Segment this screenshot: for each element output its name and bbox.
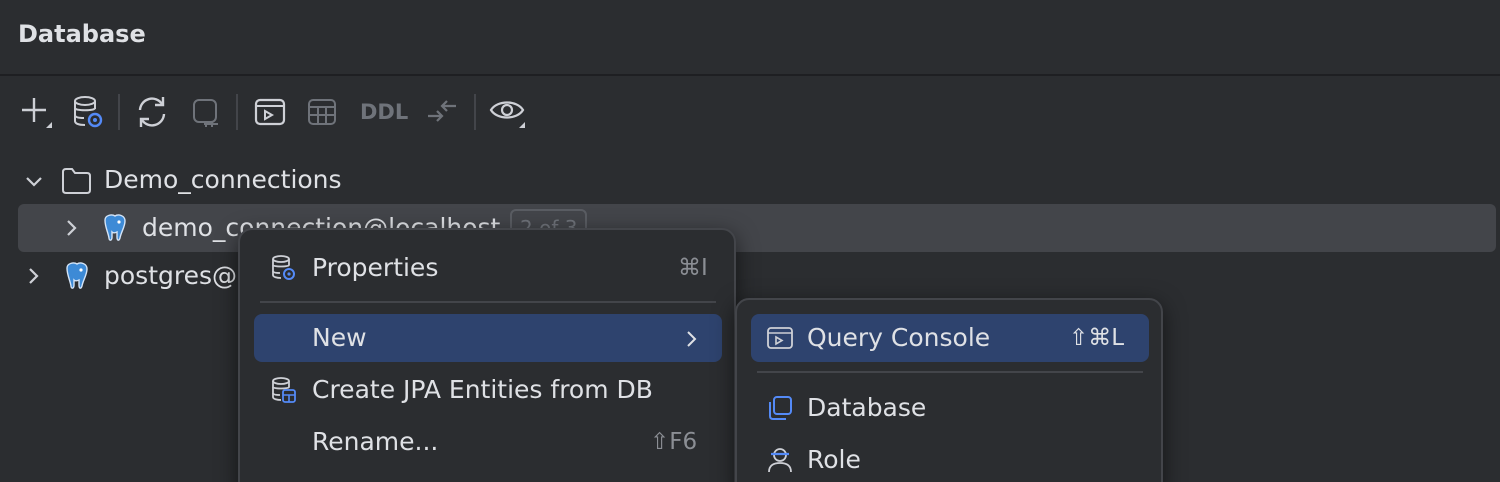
menu-item-label: New bbox=[312, 323, 367, 352]
database-copy-icon bbox=[769, 396, 792, 420]
folder-label: Demo_connections bbox=[104, 165, 342, 194]
toolbar: DDL bbox=[0, 78, 1500, 146]
menu-separator bbox=[260, 301, 716, 303]
query-console-icon bbox=[767, 327, 793, 349]
menu-separator bbox=[757, 371, 1143, 373]
submenu-item-label: Database bbox=[807, 393, 927, 422]
submenu-item-role[interactable]: Role bbox=[751, 436, 1149, 482]
tree-postgres-row[interactable]: postgres@ bbox=[0, 253, 1500, 299]
chevron-right-icon[interactable] bbox=[24, 266, 44, 286]
toolbar-separator bbox=[118, 94, 120, 130]
postgresql-elephant-icon bbox=[104, 214, 126, 241]
menu-item-label: Rename... bbox=[312, 427, 439, 456]
submenu-item-database[interactable]: Database bbox=[751, 384, 1149, 432]
menu-item-label: Properties bbox=[312, 253, 439, 282]
menu-item-shortcut: ⌘I bbox=[678, 255, 708, 281]
submenu-item-shortcut: ⇧⌘L bbox=[1069, 325, 1125, 351]
menu-item-create-jpa-entities[interactable]: Create JPA Entities from DB bbox=[254, 366, 722, 414]
role-user-icon bbox=[768, 448, 792, 473]
ddl-button[interactable]: DDL bbox=[360, 100, 408, 124]
chevron-down-icon[interactable] bbox=[24, 172, 44, 192]
chevron-right-icon[interactable] bbox=[62, 218, 82, 238]
toolbar-separator bbox=[474, 94, 476, 130]
menu-item-rename[interactable]: Rename... ⇧F6 bbox=[254, 418, 722, 466]
postgresql-elephant-icon bbox=[66, 262, 88, 289]
data-source-properties-icon bbox=[272, 255, 295, 280]
disconnect-icon[interactable] bbox=[184, 92, 228, 132]
submenu-item-query-console[interactable]: Query Console ⇧⌘L bbox=[751, 314, 1149, 362]
folder-icon bbox=[62, 168, 91, 194]
context-menu: Properties ⌘I New Create JPA Entities fr… bbox=[238, 228, 736, 482]
new-submenu: Query Console ⇧⌘L Database Role bbox=[735, 298, 1163, 482]
postgres-label: postgres@ bbox=[104, 261, 237, 290]
view-options-icon[interactable] bbox=[486, 92, 530, 132]
menu-item-new[interactable]: New bbox=[254, 314, 722, 362]
refresh-icon[interactable] bbox=[130, 92, 174, 132]
menu-item-properties[interactable]: Properties ⌘I bbox=[254, 244, 722, 292]
toolbar-separator bbox=[236, 94, 238, 130]
panel-title: Database bbox=[18, 20, 146, 48]
submenu-item-label: Role bbox=[807, 445, 861, 474]
add-icon[interactable] bbox=[14, 92, 58, 132]
query-console-icon[interactable] bbox=[248, 92, 292, 132]
jpa-entities-icon bbox=[272, 377, 296, 403]
menu-item-shortcut: ⇧F6 bbox=[650, 429, 698, 455]
menu-item-label: Create JPA Entities from DB bbox=[312, 375, 653, 404]
submenu-item-label: Query Console bbox=[807, 323, 991, 352]
table-icon[interactable] bbox=[300, 92, 344, 132]
data-source-properties-icon[interactable] bbox=[66, 92, 110, 132]
panel-header: Database bbox=[0, 0, 1500, 76]
submenu-arrow-icon bbox=[687, 331, 697, 347]
tree-folder-row[interactable]: Demo_connections bbox=[0, 158, 1500, 204]
tree-connection-row[interactable]: demo_connection@localhost bbox=[0, 205, 1500, 251]
compare-icon[interactable] bbox=[420, 92, 464, 132]
